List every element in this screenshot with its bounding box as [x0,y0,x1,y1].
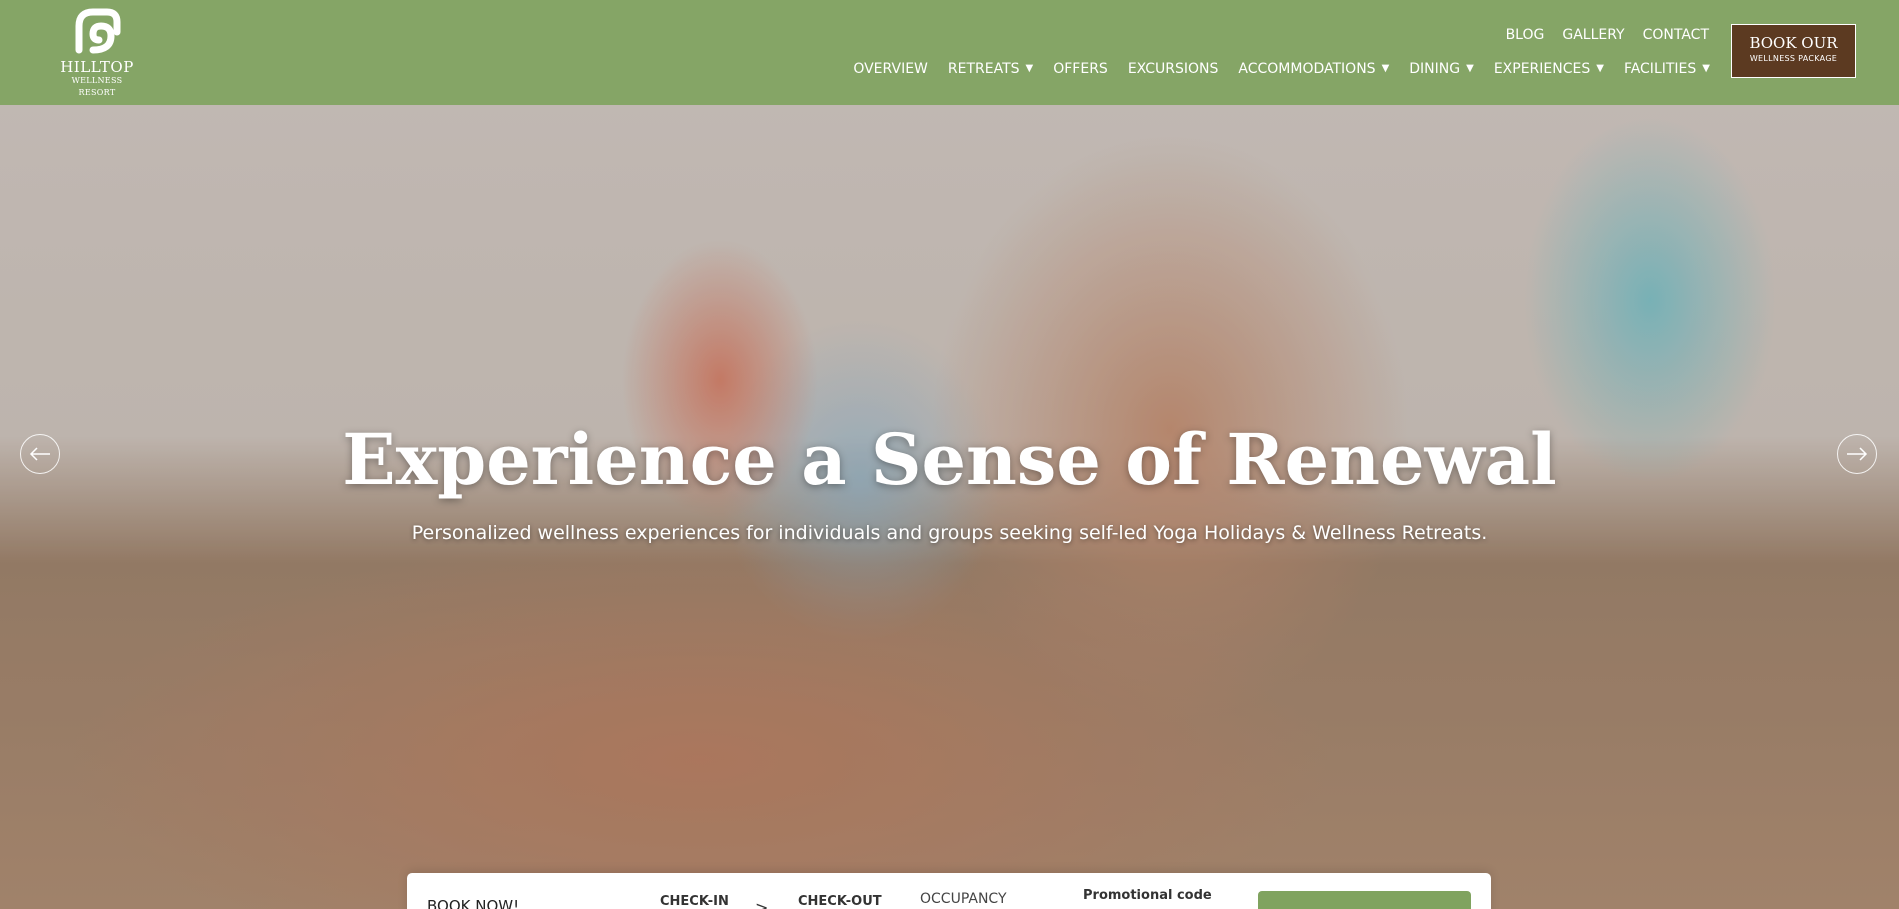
slider-next-button[interactable] [1837,434,1877,474]
nav-item-label: EXCURSIONS [1127,61,1219,77]
booking-bar: BOOK NOW! CHECK-IN > CHECK-OUT OCCUPANCY… [407,873,1491,909]
nav-item-overview[interactable]: OVERVIEW [853,61,928,77]
nav-item-label: OFFERS [1053,61,1108,77]
booking-search-button[interactable] [1258,891,1471,909]
site-header: HILLTOP WELLNESS RESORT BLOG GALLERY CON… [0,0,1899,105]
nav-item-label: DINING [1409,61,1461,77]
nav-item-retreats[interactable]: RETREATS ▼ [948,61,1033,77]
nav-item-label: ACCOMMODATIONS [1238,61,1376,77]
book-button-line1: BOOK OUR [1749,34,1838,52]
nav-item-label: FACILITIES [1623,61,1697,77]
arrow-right-icon [1847,447,1868,461]
nav-link-gallery[interactable]: GALLERY [1562,27,1624,43]
logo[interactable]: HILLTOP WELLNESS RESORT [56,6,138,97]
book-wellness-package-button[interactable]: BOOK OUR WELLNESS PACKAGE [1731,24,1856,78]
nav-item-label: EXPERIENCES [1493,61,1591,77]
caret-down-icon: ▼ [1381,63,1390,74]
nav-item-experiences[interactable]: EXPERIENCES ▼ [1494,61,1604,77]
caret-down-icon: ▼ [1702,63,1710,74]
nav-item-offers[interactable]: OFFERS [1053,61,1108,77]
check-out-field[interactable]: CHECK-OUT [798,894,882,909]
book-button-line2: WELLNESS PACKAGE [1749,54,1838,63]
utility-nav: BLOG GALLERY CONTACT [1506,27,1709,43]
hero-subtitle: Personalized wellness experiences for in… [411,522,1488,544]
booking-title: BOOK NOW! [427,897,520,909]
hilltop-logo-icon [75,8,121,54]
nav-item-label: RETREATS [947,61,1020,77]
occupancy-field[interactable]: OCCUPANCY [920,891,1007,907]
nav-item-dining[interactable]: DINING ▼ [1409,61,1474,77]
caret-down-icon: ▼ [1025,63,1034,74]
caret-down-icon: ▼ [1596,63,1604,74]
nav-link-contact[interactable]: CONTACT [1643,27,1709,43]
brand-tagline: WELLNESS RESORT [71,76,123,97]
nav-item-excursions[interactable]: EXCURSIONS [1128,61,1219,77]
promo-code-label: Promotional code [1083,888,1212,903]
nav-link-blog[interactable]: BLOG [1506,27,1545,43]
caret-down-icon: ▼ [1466,63,1474,74]
arrow-left-icon [29,447,50,461]
nav-item-label: OVERVIEW [853,61,928,77]
nav-item-accommodations[interactable]: ACCOMMODATIONS ▼ [1238,61,1389,77]
nav-item-facilities[interactable]: FACILITIES ▼ [1624,61,1710,77]
date-separator-icon: > [755,898,769,909]
slider-prev-button[interactable] [20,434,60,474]
hero-title: Experience a Sense of Renewal [342,418,1557,501]
check-in-field[interactable]: CHECK-IN [660,894,729,909]
brand-name: HILLTOP [60,58,134,76]
main-nav: OVERVIEW RETREATS ▼ OFFERS EXCURSIONS ACC… [853,61,1710,77]
